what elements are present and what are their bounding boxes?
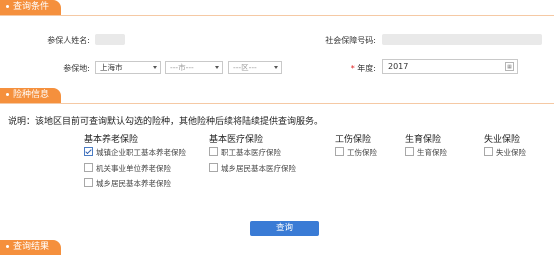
chevron-down-icon: [274, 66, 278, 69]
item-medical-resident: 城乡居民基本医疗保险: [221, 164, 296, 173]
bullet-icon: [6, 93, 9, 96]
section-tab-query-results: 查询结果: [0, 240, 62, 255]
item-maternity: 生育保险: [417, 148, 447, 157]
category-injury: 工伤保险: [335, 135, 372, 145]
city-select[interactable]: ---市---: [165, 61, 223, 74]
section-divider: [0, 15, 554, 16]
checkbox-pension-institution[interactable]: [84, 163, 93, 172]
category-unemployment: 失业保险: [484, 135, 521, 145]
checkbox-unemployment[interactable]: [484, 147, 493, 156]
name-value-redacted: [95, 34, 125, 45]
query-button[interactable]: 查询: [250, 221, 319, 236]
required-mark: *: [350, 64, 355, 73]
name-label: 参保人姓名:: [47, 36, 90, 45]
calendar-icon[interactable]: ▦: [505, 62, 514, 71]
location-label: 参保地:: [63, 64, 90, 73]
bullet-icon: [6, 5, 9, 8]
year-value: 2017: [388, 62, 409, 71]
checkbox-medical-employee[interactable]: [209, 147, 218, 156]
checkbox-maternity[interactable]: [405, 147, 414, 156]
chevron-down-icon: [153, 66, 157, 69]
checkbox-medical-resident[interactable]: [209, 163, 218, 172]
checkbox-injury[interactable]: [335, 147, 344, 156]
category-maternity: 生育保险: [405, 135, 442, 145]
item-unemployment: 失业保险: [496, 148, 526, 157]
province-value: 上海市: [100, 63, 123, 72]
chevron-down-icon: [215, 66, 219, 69]
item-pension-institution: 机关事业单位养老保险: [96, 164, 171, 173]
category-pension: 基本养老保险: [84, 135, 139, 145]
district-select[interactable]: ---区---: [228, 61, 282, 74]
section-tab-query-conditions: 查询条件: [0, 0, 62, 15]
item-pension-resident: 城乡居民基本养老保险: [96, 179, 171, 188]
section-tab-insurance-types: 险种信息: [0, 88, 62, 103]
checkbox-pension-enterprise[interactable]: [84, 147, 93, 156]
section-title: 险种信息: [13, 90, 50, 100]
section-title: 查询条件: [13, 2, 50, 12]
item-injury: 工伤保险: [347, 148, 377, 157]
checkbox-pension-resident[interactable]: [84, 178, 93, 187]
category-medical: 基本医疗保险: [209, 135, 264, 145]
notice-text: 说明：该地区目前可查询默认勾选的险种，其他险种后续将陆续提供查询服务。: [8, 117, 324, 127]
city-placeholder: ---市---: [170, 63, 194, 72]
district-placeholder: ---区---: [233, 63, 257, 72]
ssn-label: 社会保障号码:: [325, 36, 376, 45]
section-divider: [0, 103, 554, 104]
ssn-value-redacted: [382, 34, 542, 45]
section-title: 查询结果: [13, 242, 50, 252]
province-select[interactable]: 上海市: [95, 61, 161, 74]
year-label-wrap: * 年度:: [351, 63, 376, 74]
year-label: 年度:: [357, 64, 376, 73]
item-medical-employee: 职工基本医疗保险: [221, 148, 281, 157]
item-pension-enterprise: 城镇企业职工基本养老保险: [96, 148, 186, 157]
year-input[interactable]: 2017 ▦: [382, 59, 518, 74]
